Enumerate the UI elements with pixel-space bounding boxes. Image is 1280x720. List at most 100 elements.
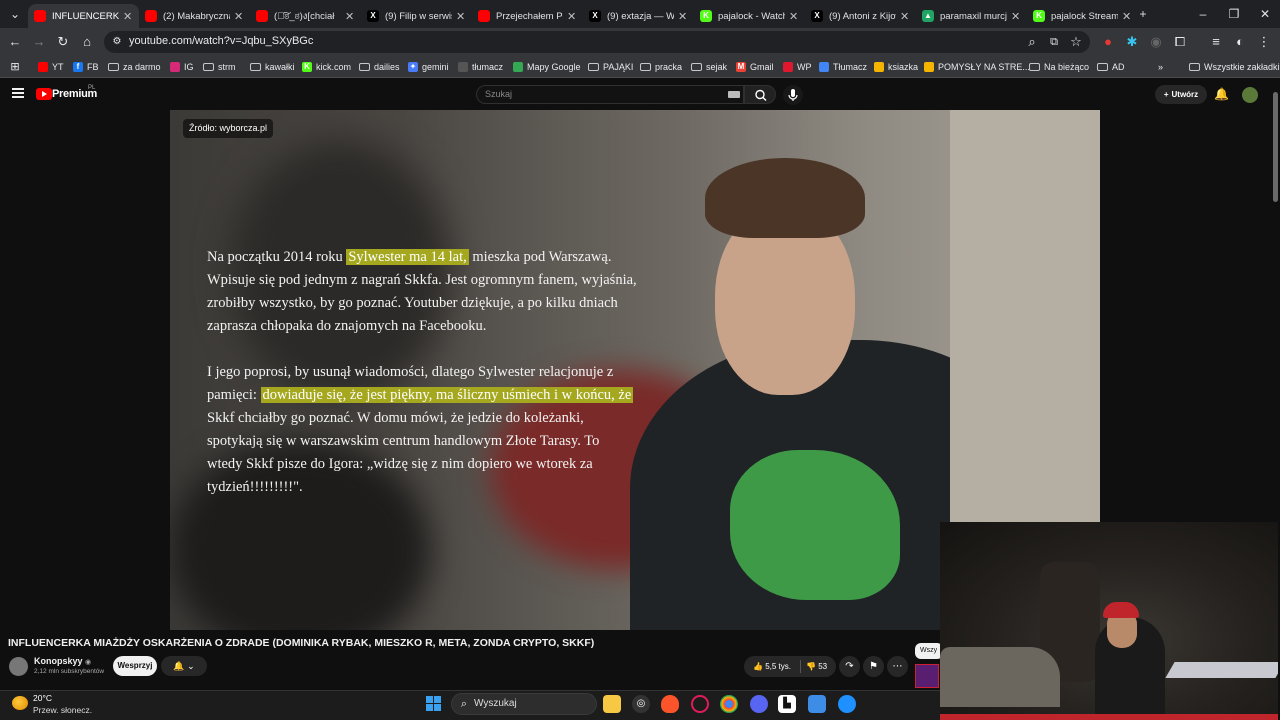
all-bookmarks-button[interactable]: Wszystkie zakładki <box>1189 59 1280 75</box>
weather-sun-icon[interactable] <box>12 696 28 710</box>
more-actions-button[interactable]: ⋯ <box>887 656 908 677</box>
bookmark-item[interactable]: tłumacz <box>458 59 503 75</box>
opera-icon[interactable] <box>691 695 709 713</box>
bookmark-item[interactable]: ksiazka <box>874 59 918 75</box>
dislike-button[interactable]: 👎 53 <box>806 656 827 677</box>
back-icon[interactable]: ← <box>5 32 25 52</box>
keyboard-icon[interactable] <box>728 91 740 98</box>
tab[interactable]: Kpajalock - Watch ✕ <box>694 4 805 28</box>
extensions-puzzle-icon[interactable]: ⧠ <box>1170 32 1190 52</box>
folder-icon <box>1189 63 1200 71</box>
capcut-icon[interactable]: ▙ <box>778 695 796 713</box>
bookmark-item[interactable]: Kkick.com <box>302 59 351 75</box>
home-icon[interactable]: ⌂ <box>77 32 97 52</box>
site-info-icon[interactable]: ⚙ <box>107 32 127 52</box>
bookmark-item[interactable]: dailies <box>359 59 400 75</box>
tab-close-icon[interactable]: ✕ <box>567 10 577 23</box>
notifications-bell-icon[interactable]: 🔔 <box>1214 87 1229 101</box>
menu-kebab-icon[interactable]: ⋮ <box>1254 32 1274 52</box>
tab[interactable]: X (9) Filip w serwis ✕ <box>361 4 472 28</box>
filter-chip-all[interactable]: Wszy <box>915 643 943 659</box>
tab[interactable]: Kpajalock Stream ✕ <box>1027 4 1138 28</box>
scrollbar-thumb[interactable] <box>1273 92 1278 202</box>
extension-icon[interactable]: ✱ <box>1122 32 1142 52</box>
channel-avatar[interactable] <box>9 657 28 676</box>
profile-icon[interactable]: ◐ <box>1230 32 1250 52</box>
install-app-icon[interactable]: ⧉ <box>1044 32 1064 52</box>
tab-search-icon[interactable]: ⌄ <box>0 4 30 24</box>
close-window-icon[interactable]: ✕ <box>1250 4 1280 24</box>
bookmark-item[interactable]: M Gmail <box>736 59 774 75</box>
url-text[interactable]: youtube.com/watch?v=Jqbu_SXyBGc <box>129 35 313 47</box>
tab[interactable]: X (9) extazja — Wys ✕ <box>583 4 694 28</box>
subscribed-bell-button[interactable]: 🔔 ⌄ <box>161 656 207 676</box>
file-explorer-icon[interactable] <box>603 695 621 713</box>
discord-icon[interactable] <box>750 695 768 713</box>
apps-grid-icon[interactable]: ⊞ <box>5 57 25 77</box>
photos-icon[interactable] <box>808 695 826 713</box>
restore-icon[interactable]: ❐ <box>1219 4 1249 24</box>
reload-icon[interactable]: ↻ <box>53 32 73 52</box>
bookmark-item[interactable]: za darmo <box>108 59 161 75</box>
obs-icon[interactable]: ◎ <box>632 695 650 713</box>
tab[interactable]: INFLUENCERKA M ✕ <box>28 4 139 28</box>
bookmark-item[interactable]: sejak <box>691 59 727 75</box>
bookmark-item[interactable]: IG <box>170 59 194 75</box>
tab-close-icon[interactable]: ✕ <box>123 10 133 23</box>
bookmark-item[interactable]: AD <box>1097 59 1125 75</box>
weather-description[interactable]: Przew. słonecz. <box>33 705 92 715</box>
bookmark-item[interactable]: WP <box>783 59 812 75</box>
create-button[interactable]: + Utwórz <box>1155 85 1207 104</box>
bookmark-item[interactable]: f FB <box>73 59 99 75</box>
youtube-logo-icon[interactable] <box>36 88 52 100</box>
new-tab-button[interactable]: + <box>1128 4 1158 24</box>
windows-start-button[interactable] <box>426 696 442 712</box>
user-avatar[interactable] <box>1242 87 1258 103</box>
bookmark-item[interactable]: kawałki <box>250 59 295 75</box>
thumbs-up-icon: 👍 <box>753 662 763 671</box>
search-input[interactable] <box>476 85 744 104</box>
bookmark-item[interactable]: pracka <box>640 59 682 75</box>
extension-disabled-icon[interactable]: ◉ <box>1146 32 1166 52</box>
bookmark-item[interactable]: ✦ gemini <box>408 59 449 75</box>
edge-icon[interactable] <box>838 695 856 713</box>
save-button[interactable]: ⚑ <box>863 656 884 677</box>
record-extension-icon[interactable]: ● <box>1098 32 1118 52</box>
tab[interactable]: Przejechałem Pol ✕ <box>472 4 583 28</box>
zoom-icon[interactable]: ⌕ <box>1022 32 1042 52</box>
tab-close-icon[interactable]: ✕ <box>1011 10 1021 23</box>
bookmark-star-icon[interactable]: ☆ <box>1066 32 1086 52</box>
search-button[interactable] <box>744 85 776 104</box>
bookmarks-overflow-icon[interactable]: » <box>1158 59 1163 75</box>
weather-temperature[interactable]: 20°C <box>33 693 52 703</box>
bookmark-item[interactable]: YT <box>38 59 64 75</box>
forward-icon[interactable]: → <box>29 32 49 52</box>
minimize-icon[interactable]: – <box>1188 4 1218 24</box>
recommended-thumbnail[interactable] <box>915 664 939 688</box>
like-button[interactable]: 👍 5,5 tys. <box>753 656 791 677</box>
tab-close-icon[interactable]: ✕ <box>789 10 799 23</box>
support-button[interactable]: Wesprzyj <box>113 656 157 676</box>
channel-name[interactable]: Konopskyy ◉ <box>34 656 91 666</box>
tab[interactable]: (2) Makabryczna ✕ <box>139 4 250 28</box>
tab[interactable]: ▲ paramaxil murcje ✕ <box>916 4 1027 28</box>
bookmark-item[interactable]: POMYSŁY NA STRE... <box>924 59 1030 75</box>
bookmark-item[interactable]: Mapy Google <box>513 59 581 75</box>
tab[interactable]: X (9) Antoni z Kijow ✕ <box>805 4 916 28</box>
bookmark-item[interactable]: PAJĄKI <box>588 59 633 75</box>
media-control-icon[interactable]: ≡ <box>1206 32 1226 52</box>
tab-close-icon[interactable]: ✕ <box>234 10 244 23</box>
tab-close-icon[interactable]: ✕ <box>678 10 688 23</box>
brave-icon[interactable] <box>661 695 679 713</box>
bookmark-item[interactable]: strm <box>203 59 236 75</box>
bookmark-item[interactable]: Na bieżąco <box>1029 59 1089 75</box>
tab-close-icon[interactable]: ✕ <box>456 10 466 23</box>
tab-close-icon[interactable]: ✕ <box>900 10 910 23</box>
chrome-icon[interactable] <box>720 695 738 713</box>
menu-hamburger-icon[interactable] <box>12 88 24 98</box>
bookmark-item[interactable]: Tłumacz <box>819 59 867 75</box>
share-button[interactable]: ↷ <box>839 656 860 677</box>
voice-search-button[interactable] <box>783 85 803 105</box>
tab[interactable]: (ง͠ಠ_ಠ)ง[chciał ✕ <box>250 4 361 28</box>
tab-close-icon[interactable]: ✕ <box>345 10 355 23</box>
